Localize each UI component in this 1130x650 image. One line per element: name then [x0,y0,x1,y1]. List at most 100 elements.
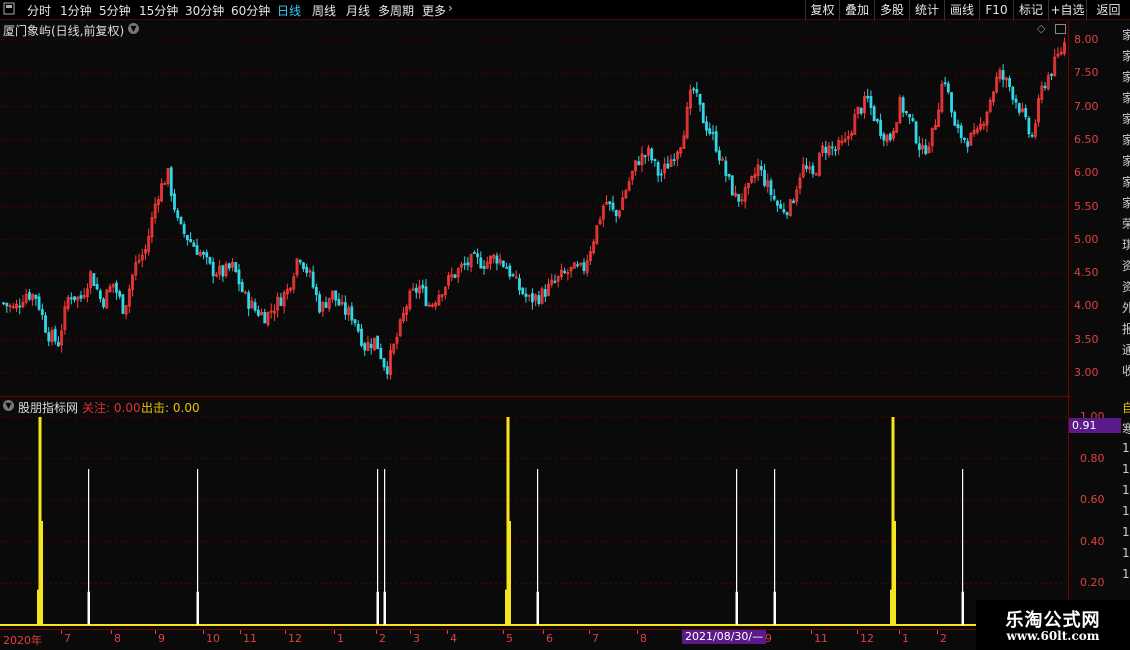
candle-body [582,262,586,271]
right-edge-char: 外 [1122,301,1130,315]
chart-canvas[interactable] [0,0,1130,650]
candle-body [192,242,196,247]
candle-body [360,328,363,346]
diamond-icon[interactable]: ◇ [1037,22,1045,35]
date-tick-mark [447,630,448,634]
price-tick-label: 3.00 [1074,366,1099,379]
chuji-spike-foot [890,589,892,625]
date-tick-label: 8 [640,632,647,645]
candle-body [482,266,486,269]
candle-body [543,289,547,297]
candle-body [18,305,22,308]
candle-body [650,148,654,161]
candle-body [717,150,721,161]
candle-body [466,262,470,266]
guanzhu-spike-base [735,591,738,625]
right-edge-char: 1 [1122,504,1130,518]
right-edge-char: 家 [1122,70,1130,84]
pane-separator[interactable] [0,396,1070,397]
candle-body [805,165,808,169]
candle-body [382,358,386,368]
candle-body [73,296,76,301]
candle-body [730,175,734,196]
candle-body [714,131,718,152]
chuji-spike-foot [505,589,507,625]
candle-body [279,297,283,306]
candle-body [772,195,776,200]
right-edge-char: 资 [1122,280,1130,294]
price-tick-label: 6.50 [1074,132,1099,146]
candle-body [759,166,763,171]
date-tick-label: 11 [814,632,828,645]
candle-body [524,293,528,297]
candle-body [311,271,315,288]
indicator-chevron-icon[interactable]: ▼ [3,400,14,411]
candle-body [263,312,267,324]
candle-body [179,216,183,224]
candle-body [914,121,918,144]
date-tick-label: 1 [902,632,909,645]
indicator-name[interactable]: 股朋指标网 [18,399,78,416]
chuji-value: 0.00 [172,401,200,415]
right-edge-char: 通 [1122,343,1130,357]
candle-body [966,141,970,147]
candle-body [302,262,305,269]
candle-body [518,278,521,291]
candle-body [495,255,499,264]
candle-body [1050,73,1053,76]
candle-body [537,295,541,304]
chuji-spike-tail [894,521,896,625]
candle-body [57,341,60,347]
candle-body [376,335,380,350]
date-tick-mark [589,630,590,634]
guanzhu-spike-base [376,591,379,625]
candle-body [343,302,347,315]
candle-body [1027,117,1031,135]
candle-body [763,169,766,186]
candle-body [453,274,457,278]
chuji-spike-tail [509,521,511,625]
candle-body [118,291,122,297]
candle-body [28,292,31,300]
date-tick-mark [376,630,377,634]
date-tick-label: 7 [64,632,71,645]
candle-body [776,200,779,206]
candle-body [44,315,47,333]
chevron-down-icon[interactable]: ▼ [128,23,139,34]
right-edge-char: 收 [1122,364,1130,378]
right-edge-char: 家 [1122,154,1130,168]
candle-body [576,264,579,267]
candle-body [511,274,515,277]
guanzhu-spike-base [196,591,199,625]
candle-body [946,83,950,93]
candle-body [869,95,873,108]
candle-body [924,145,928,155]
candle-body [1030,134,1034,137]
candle-body [221,265,225,277]
candle-body [318,294,321,313]
candle-body [5,302,9,307]
date-tick-mark [857,630,858,634]
candle-body [882,133,886,141]
candle-body [169,167,173,196]
right-edge-char: 资 [1122,259,1130,273]
date-tick-mark [240,630,241,634]
window-toggle-icon[interactable] [1055,24,1066,34]
candle-body [305,266,309,273]
guanzhu-spike-base [383,591,386,625]
candle-body [234,262,238,273]
indicator-tick-label: 0.40 [1080,534,1105,548]
date-tick-label: 11 [243,632,257,645]
right-edge-char: 自 [1122,401,1130,415]
candle-body [37,296,41,310]
candle-body [479,257,483,269]
candle-body [917,143,921,151]
right-edge-char: 报 [1122,322,1130,336]
candle-body [463,263,467,266]
date-tick-mark [899,630,900,634]
candle-body [47,332,51,342]
candle-body [553,280,557,283]
date-axis[interactable]: 2020年7891011121234567891112123 [0,629,1070,647]
candle-body [379,348,383,359]
candle-body [237,269,241,285]
